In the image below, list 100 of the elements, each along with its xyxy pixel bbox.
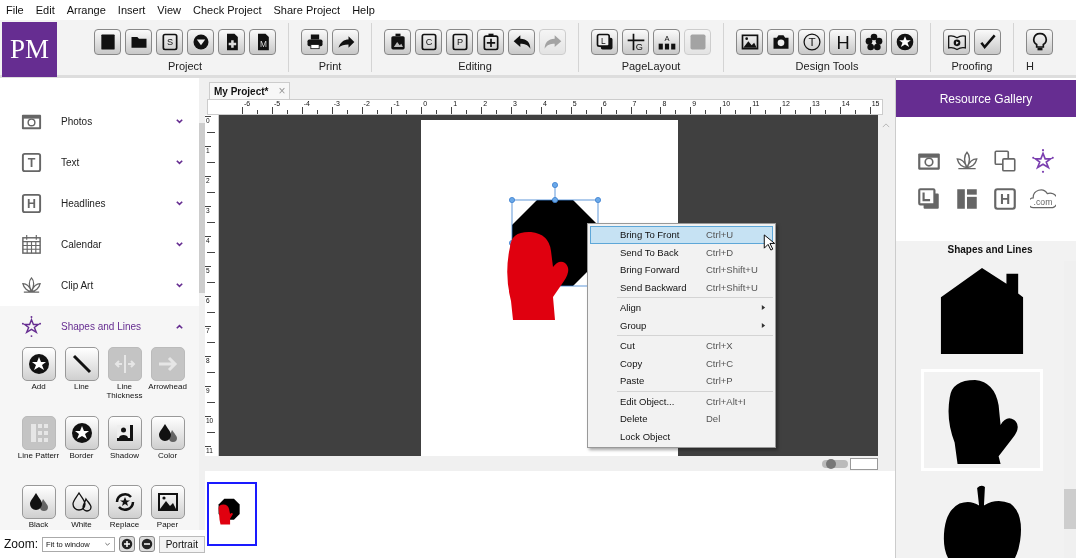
panel-header: Resource Gallery bbox=[896, 80, 1076, 117]
toolbar-button[interactable] bbox=[736, 29, 763, 55]
category-header[interactable]: Shapes and Lines bbox=[0, 306, 199, 347]
image-icon bbox=[739, 32, 760, 52]
chevron-icon bbox=[175, 281, 184, 290]
mouse-pointer-icon bbox=[763, 234, 775, 251]
tool-label: Add bbox=[30, 382, 47, 391]
tool-button[interactable] bbox=[150, 416, 185, 450]
app-logo: PM bbox=[2, 22, 57, 77]
tool-label: Line Patterr bbox=[17, 451, 60, 460]
category-header[interactable]: H Headlines bbox=[0, 183, 199, 224]
tool-button[interactable] bbox=[107, 416, 142, 450]
boxed-letter-icon: T bbox=[20, 151, 43, 174]
group-label: Proofing bbox=[951, 60, 993, 72]
chevron-icon bbox=[175, 240, 184, 249]
tool-button[interactable] bbox=[64, 416, 99, 450]
toolbar-button[interactable] bbox=[508, 29, 535, 55]
menu-item[interactable]: File bbox=[6, 4, 30, 16]
menu-item[interactable]: Help bbox=[352, 4, 381, 16]
document-tab[interactable]: My Project* × bbox=[209, 82, 291, 99]
boxed-letter-icon: H bbox=[20, 192, 43, 215]
category-header[interactable]: Photos bbox=[0, 101, 199, 142]
menu-item[interactable]: View bbox=[157, 4, 187, 16]
toolbar-button[interactable] bbox=[384, 29, 411, 55]
star-icon bbox=[20, 315, 43, 338]
chevron-icon bbox=[175, 322, 184, 331]
menu-item[interactable]: Check Project bbox=[193, 4, 268, 16]
image-icon bbox=[155, 490, 180, 514]
toolbar-button[interactable] bbox=[218, 29, 245, 55]
toolbar-button[interactable] bbox=[891, 29, 918, 55]
menu-item[interactable]: Send Backward Ctrl+Shift+U bbox=[590, 278, 773, 296]
calendar-icon bbox=[20, 233, 43, 256]
toolbar-button[interactable] bbox=[187, 29, 214, 55]
flower-icon bbox=[863, 32, 884, 52]
zoom-out-button[interactable] bbox=[138, 536, 155, 552]
book-play-icon bbox=[946, 32, 967, 52]
minus-icon bbox=[140, 538, 153, 550]
tool-button[interactable] bbox=[64, 485, 99, 519]
menu-item[interactable]: Lock Object bbox=[590, 427, 773, 445]
toolbar-button[interactable] bbox=[94, 29, 121, 55]
scrollbar[interactable] bbox=[199, 78, 205, 530]
toolbar-button[interactable] bbox=[1026, 29, 1053, 55]
menu-item[interactable]: Bring To Front Ctrl+U bbox=[590, 226, 773, 244]
zoom-slider[interactable] bbox=[822, 459, 848, 468]
scroll-up-icon bbox=[881, 123, 890, 128]
tool-label: Replace bbox=[108, 520, 141, 529]
group-label: Project bbox=[167, 60, 203, 72]
toolbar-button[interactable] bbox=[860, 29, 887, 55]
menu-item[interactable]: Delete Del bbox=[590, 410, 773, 428]
tool-button[interactable] bbox=[21, 347, 56, 381]
star-icon bbox=[1030, 147, 1056, 174]
menu-item[interactable]: Paste Ctrl+P bbox=[590, 372, 773, 390]
tool-label: White bbox=[70, 520, 93, 529]
slider-thumb[interactable] bbox=[825, 458, 836, 469]
tool-button[interactable] bbox=[21, 485, 56, 519]
tool-label: Color bbox=[156, 451, 179, 460]
menu-item[interactable]: Arrange bbox=[66, 4, 112, 16]
zoom-in-button[interactable] bbox=[118, 536, 135, 552]
menu-item[interactable]: Group bbox=[590, 316, 773, 334]
chevron-icon bbox=[175, 158, 184, 167]
drops-icon bbox=[69, 490, 94, 514]
tool-label: Line Thickness bbox=[105, 382, 144, 400]
menu-item[interactable]: Insert bbox=[117, 4, 152, 16]
toolbar-button[interactable] bbox=[767, 29, 794, 55]
toolbar-button[interactable] bbox=[301, 29, 328, 55]
gallery-item[interactable] bbox=[921, 369, 1043, 471]
group-label: H bbox=[1026, 60, 1034, 72]
checkmark-icon bbox=[977, 32, 998, 52]
tool-button[interactable] bbox=[150, 485, 185, 519]
menu-item[interactable]: Align bbox=[590, 299, 773, 317]
toolbar-button[interactable] bbox=[332, 29, 359, 55]
section-title: Shapes and Lines bbox=[946, 243, 1034, 257]
toolbar-button[interactable] bbox=[974, 29, 1001, 55]
caret-icon bbox=[103, 540, 111, 548]
group-label: PageLayout bbox=[621, 60, 681, 72]
toolbar-button[interactable] bbox=[125, 29, 152, 55]
menu-item[interactable]: Copy Ctrl+C bbox=[590, 354, 773, 372]
menu-item[interactable]: Bring Forward Ctrl+Shift+U bbox=[590, 261, 773, 279]
menu-item[interactable]: Send To Back Ctrl+D bbox=[590, 243, 773, 261]
tool-label: Border bbox=[68, 451, 95, 460]
tool-button[interactable] bbox=[107, 485, 142, 519]
menu-item[interactable]: Cut Ctrl+X bbox=[590, 337, 773, 355]
group-label: Print bbox=[318, 60, 342, 72]
menu-item[interactable]: Share Project bbox=[273, 4, 347, 16]
menu-item[interactable]: Edit Object... Ctrl+Alt+I bbox=[590, 392, 773, 410]
category-header[interactable]: Calendar bbox=[0, 224, 199, 265]
tool-button[interactable] bbox=[64, 347, 99, 381]
menu-item[interactable]: Edit bbox=[35, 4, 61, 16]
toolbar-button[interactable] bbox=[477, 29, 504, 55]
mitten-shape[interactable] bbox=[507, 231, 569, 320]
tool-label: Line bbox=[72, 382, 91, 391]
category-header[interactable]: Clip Art bbox=[0, 265, 199, 306]
orientation-field[interactable]: Portrait bbox=[158, 535, 205, 553]
plus-icon bbox=[120, 538, 133, 550]
tool-label: Shadow bbox=[109, 451, 140, 460]
line-thickness-icon bbox=[112, 352, 137, 376]
page-thumbnail[interactable] bbox=[207, 482, 257, 546]
toolbar-button[interactable] bbox=[943, 29, 970, 55]
tool-label: Arrowhead bbox=[147, 382, 188, 391]
category-header[interactable]: T Text bbox=[0, 142, 199, 183]
